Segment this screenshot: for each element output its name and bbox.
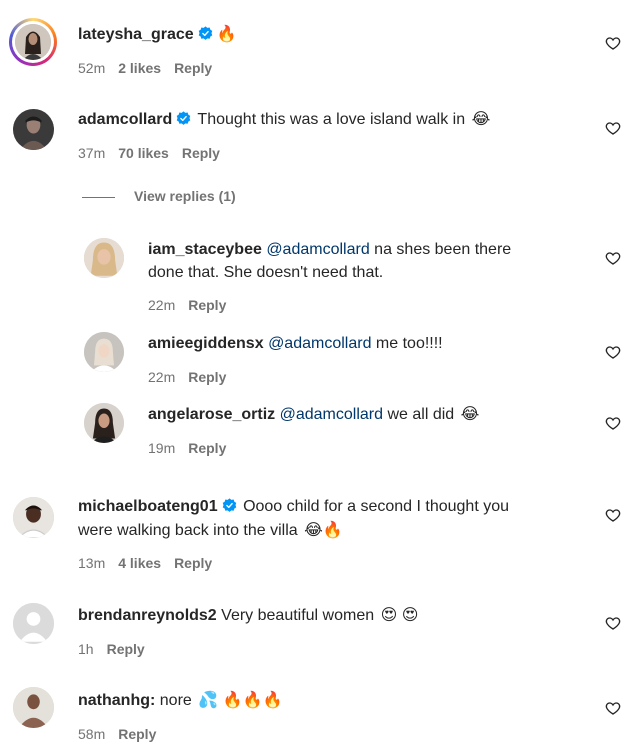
like-heart-icon[interactable] <box>605 250 621 266</box>
mention-link[interactable]: @adamcollard <box>268 335 371 352</box>
avatar[interactable] <box>13 497 54 538</box>
view-replies-divider <box>82 197 115 198</box>
mention-link[interactable]: @adamcollard <box>266 241 369 258</box>
timestamp: 13m <box>78 555 106 571</box>
timestamp: 22m <box>148 297 176 313</box>
comment-lateysha-grace: lateysha_grace 🔥 52m 2 likes Reply <box>0 0 634 90</box>
avatar[interactable] <box>84 403 124 443</box>
like-heart-icon[interactable] <box>605 415 621 431</box>
comment-meta: 58m Reply <box>78 725 169 743</box>
sweat-fire-emoji: 💦 🔥🔥🔥 <box>198 692 283 709</box>
comment-body: me too!!!! <box>375 335 443 352</box>
comment-text-line2: done that. She doesn't need that. <box>148 264 384 281</box>
comment-michaelboateng01: michaelboateng01 Oooo child for a second… <box>0 480 634 580</box>
like-heart-icon[interactable] <box>605 344 621 360</box>
comment-text: michaelboateng01 Oooo child for a second… <box>78 495 509 519</box>
like-heart-icon[interactable] <box>605 700 621 716</box>
username[interactable]: amieegiddensx <box>148 335 264 352</box>
verified-badge-icon <box>177 111 191 125</box>
likes-count[interactable]: 2 likes <box>118 60 161 76</box>
comment-text-line2: were walking back into the villa 😂🔥 <box>78 519 343 543</box>
laughing-emoji: 😂 <box>460 406 480 423</box>
comment-text: iam_staceybee @adamcollard na shes been … <box>148 238 511 262</box>
comment-text: angelarose_ortiz @adamcollard we all did… <box>148 403 479 427</box>
like-heart-icon[interactable] <box>605 120 621 136</box>
comment-text: adamcollard Thought this was a love isla… <box>78 108 490 132</box>
comment-meta: 13m 4 likes Reply <box>78 554 225 572</box>
comment-body: Very beautiful women <box>221 607 375 624</box>
avatar <box>15 24 51 60</box>
like-heart-icon[interactable] <box>605 615 621 631</box>
username[interactable]: angelarose_ortiz <box>148 406 275 423</box>
likes-count[interactable]: 70 likes <box>118 145 169 161</box>
timestamp: 37m <box>78 145 106 161</box>
comment-brendanreynolds2: brendanreynolds2 Very beautiful women 😍 … <box>0 585 634 670</box>
heart-eyes-emoji: 😍 😍 <box>380 607 419 624</box>
username[interactable]: iam_staceybee <box>148 241 262 258</box>
comment-body: nore <box>159 692 192 709</box>
timestamp: 1h <box>78 641 94 657</box>
avatar[interactable] <box>13 603 54 644</box>
reply-amieegiddensx: amieegiddensx @adamcollard me too!!!! 22… <box>0 322 634 392</box>
comment-meta: 22m Reply <box>148 368 239 386</box>
reply-button[interactable]: Reply <box>174 555 212 571</box>
verified-badge-icon <box>222 498 236 512</box>
laughing-fire-emoji: 😂🔥 <box>304 522 343 539</box>
view-replies-button[interactable]: View replies (1) <box>134 188 236 204</box>
comment-meta: 19m Reply <box>148 439 239 457</box>
reply-button[interactable]: Reply <box>174 60 212 76</box>
comment-text: lateysha_grace 🔥 <box>78 23 237 47</box>
comment-adamcollard: adamcollard Thought this was a love isla… <box>0 90 634 210</box>
fire-emoji: 🔥 <box>216 26 237 43</box>
comment-meta: 52m 2 likes Reply <box>78 59 225 77</box>
reply-button[interactable]: Reply <box>188 369 226 385</box>
like-heart-icon[interactable] <box>605 35 621 51</box>
username[interactable]: adamcollard <box>78 111 172 128</box>
laughing-emoji: 😂 <box>471 111 491 128</box>
like-heart-icon[interactable] <box>605 507 621 523</box>
reply-button[interactable]: Reply <box>188 297 226 313</box>
username[interactable]: michaelboateng01 <box>78 498 218 515</box>
reply-angelarose-ortiz: angelarose_ortiz @adamcollard we all did… <box>0 393 634 473</box>
comment-nathanhg: nathanhg: nore 💦 🔥🔥🔥 58m Reply <box>0 670 634 742</box>
likes-count[interactable]: 4 likes <box>118 555 161 571</box>
avatar[interactable] <box>13 109 54 150</box>
comment-text: brendanreynolds2 Very beautiful women 😍 … <box>78 604 418 628</box>
avatar[interactable] <box>84 332 124 372</box>
username[interactable]: lateysha_grace <box>78 26 194 43</box>
reply-button[interactable]: Reply <box>182 145 220 161</box>
comment-body: na shes been there <box>374 241 512 258</box>
reply-button[interactable]: Reply <box>188 440 226 456</box>
verified-badge-icon <box>198 26 212 40</box>
mention-link[interactable]: @adamcollard <box>280 406 383 423</box>
avatar[interactable] <box>13 687 54 728</box>
comment-body: Thought this was a love island walk in <box>197 111 466 128</box>
comment-text: nathanhg: nore 💦 🔥🔥🔥 <box>78 689 282 713</box>
timestamp: 19m <box>148 440 176 456</box>
comment-body: we all did <box>387 406 455 423</box>
timestamp: 58m <box>78 726 106 742</box>
comment-meta: 1h Reply <box>78 640 158 658</box>
timestamp: 52m <box>78 60 106 76</box>
avatar[interactable] <box>84 238 124 278</box>
comment-meta: 37m 70 likes Reply <box>78 144 233 162</box>
reply-button[interactable]: Reply <box>107 641 145 657</box>
comment-meta: 22m Reply <box>148 296 239 314</box>
reply-button[interactable]: Reply <box>118 726 156 742</box>
comment-text: amieegiddensx @adamcollard me too!!!! <box>148 332 443 356</box>
avatar-story-ring[interactable] <box>9 18 57 66</box>
username[interactable]: nathanhg: <box>78 692 155 709</box>
timestamp: 22m <box>148 369 176 385</box>
comment-body: Oooo child for a second I thought you <box>243 498 510 515</box>
reply-iam-staceybee: iam_staceybee @adamcollard na shes been … <box>0 228 634 318</box>
username[interactable]: brendanreynolds2 <box>78 607 217 624</box>
comment-body-line2: were walking back into the villa <box>78 522 298 539</box>
